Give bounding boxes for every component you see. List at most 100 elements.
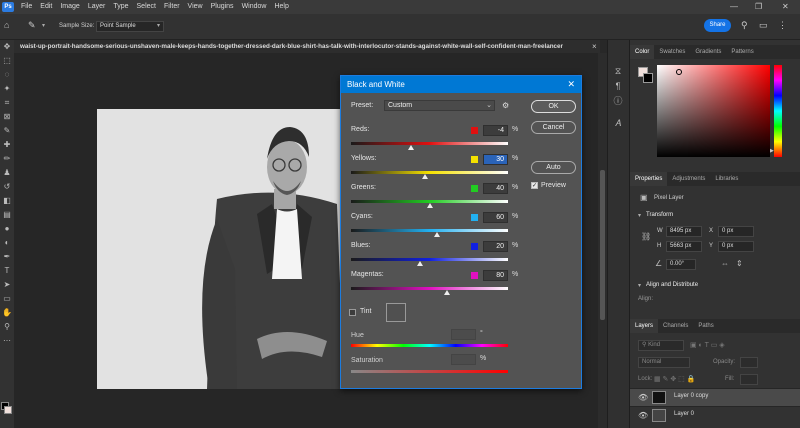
lock-icons[interactable]: ▦ ✎ ✥ ⬚ 🔒 xyxy=(654,375,695,383)
eyedropper-icon[interactable]: ✎ xyxy=(2,126,12,136)
restore-icon[interactable]: ❐ xyxy=(755,0,762,14)
y-field[interactable]: 0 px xyxy=(718,241,754,252)
cancel-button[interactable]: Cancel xyxy=(531,121,576,134)
crop-tool-icon[interactable]: ⌗ xyxy=(2,98,12,108)
slider-value-field[interactable]: 80 xyxy=(483,270,508,281)
slider-value-field[interactable]: 40 xyxy=(483,183,508,194)
menu-layer[interactable]: Layer xyxy=(84,0,110,14)
slider-handle[interactable] xyxy=(427,203,433,208)
marquee-tool-icon[interactable]: ⬚ xyxy=(2,56,12,66)
layer-filter-kind[interactable]: ⚲ Kind xyxy=(638,340,684,351)
slider-track[interactable] xyxy=(351,287,508,290)
slider-track[interactable] xyxy=(351,258,508,261)
dialog-title-bar[interactable]: Black and White xyxy=(341,76,581,93)
menu-image[interactable]: Image xyxy=(56,0,83,14)
slider-handle[interactable] xyxy=(422,174,428,179)
layer-row[interactable]: 👁 Layer 0 xyxy=(630,406,800,424)
x-field[interactable]: 0 px xyxy=(718,226,754,237)
tab-gradients[interactable]: Gradients xyxy=(690,45,726,59)
menu-edit[interactable]: Edit xyxy=(36,0,56,14)
collapse-icon[interactable]: ▾ xyxy=(638,212,641,219)
healing-brush-icon[interactable]: ✚ xyxy=(2,140,12,150)
slider-track[interactable] xyxy=(351,229,508,232)
menu-file[interactable]: File xyxy=(17,0,36,14)
hue-field[interactable] xyxy=(451,329,476,340)
menu-window[interactable]: Window xyxy=(238,0,271,14)
slider-value-field[interactable]: 20 xyxy=(483,241,508,252)
slider-value-field[interactable]: 60 xyxy=(483,212,508,223)
opacity-field[interactable] xyxy=(740,357,758,368)
gradient-tool-icon[interactable]: ▤ xyxy=(2,210,12,220)
ok-button[interactable]: OK xyxy=(531,100,576,113)
hue-slider[interactable] xyxy=(774,65,782,157)
tab-patterns[interactable]: Patterns xyxy=(726,45,758,59)
close-window-icon[interactable]: ✕ xyxy=(782,0,789,14)
slider-handle[interactable] xyxy=(444,290,450,295)
path-select-icon[interactable]: ➤ xyxy=(2,280,12,290)
saturation-field[interactable] xyxy=(451,354,476,365)
menu-help[interactable]: Help xyxy=(270,0,292,14)
blur-tool-icon[interactable]: ● xyxy=(2,224,12,234)
visibility-eye-icon[interactable]: 👁 xyxy=(638,411,648,420)
hand-tool-icon[interactable]: ✋ xyxy=(2,308,12,318)
dodge-tool-icon[interactable]: ◐ xyxy=(2,238,12,248)
glyphs-panel-icon[interactable]: 𝐴 xyxy=(612,117,624,129)
background-color-swatch[interactable] xyxy=(4,406,12,414)
preview-checkbox[interactable]: ✓ xyxy=(531,182,538,189)
slider-value-field[interactable]: 30 xyxy=(483,154,508,165)
tint-color-swatch[interactable] xyxy=(386,303,406,322)
type-tool-icon[interactable]: T xyxy=(2,266,12,276)
chevron-down-icon[interactable]: ▾ xyxy=(42,22,45,29)
tab-color[interactable]: Color xyxy=(630,45,655,59)
tab-channels[interactable]: Channels xyxy=(658,319,693,333)
rectangle-tool-icon[interactable]: ▭ xyxy=(2,294,12,304)
paragraph-panel-icon[interactable]: ¶ xyxy=(612,80,624,92)
close-icon[interactable]: ✕ xyxy=(567,76,575,93)
tab-libraries[interactable]: Libraries xyxy=(710,172,743,186)
fill-field[interactable] xyxy=(740,374,758,385)
more-icon[interactable]: ⋮ xyxy=(778,20,787,31)
share-button[interactable]: Share xyxy=(704,19,731,32)
history-brush-icon[interactable]: ↺ xyxy=(2,182,12,192)
preset-options-gear-icon[interactable]: ⚙ xyxy=(502,101,509,110)
eraser-tool-icon[interactable]: ◧ xyxy=(2,196,12,206)
tab-properties[interactable]: Properties xyxy=(630,172,668,186)
document-tab[interactable]: waist-up-portrait-handsome-serious-unsha… xyxy=(20,40,592,53)
home-icon[interactable]: ⌂ xyxy=(4,20,9,30)
tab-swatches[interactable]: Swatches xyxy=(654,45,690,59)
close-tab-icon[interactable]: × xyxy=(592,42,597,51)
menu-type[interactable]: Type xyxy=(109,0,132,14)
color-field[interactable] xyxy=(657,65,770,157)
eyedropper-tool-icon[interactable]: ✎ xyxy=(28,20,36,31)
brush-tool-icon[interactable]: ✏ xyxy=(2,154,12,164)
quick-select-tool-icon[interactable]: ✦ xyxy=(2,84,12,94)
history-panel-icon[interactable]: ⧖ xyxy=(612,65,624,77)
document-canvas[interactable] xyxy=(97,109,344,389)
tab-layers[interactable]: Layers xyxy=(630,319,659,333)
menu-select[interactable]: Select xyxy=(133,0,160,14)
link-icon[interactable]: ⛓ xyxy=(641,232,651,241)
hue-slider-handle[interactable]: ▶ xyxy=(770,148,774,154)
slider-handle[interactable] xyxy=(408,145,414,150)
saturation-gradient[interactable] xyxy=(351,370,508,373)
minimize-icon[interactable]: — xyxy=(730,0,738,14)
tab-paths[interactable]: Paths xyxy=(693,319,718,333)
background-color-chip[interactable] xyxy=(643,73,653,83)
flip-horizontal-icon[interactable]: ⇔ xyxy=(721,259,729,268)
height-field[interactable]: 5663 px xyxy=(666,241,702,252)
layer-row[interactable]: 👁 Layer 0 copy xyxy=(630,388,800,406)
slider-track[interactable] xyxy=(351,142,508,145)
pen-tool-icon[interactable]: ✒ xyxy=(2,252,12,262)
blend-mode-select[interactable]: Normal xyxy=(638,357,690,368)
auto-button[interactable]: Auto xyxy=(531,161,576,174)
zoom-tool-icon[interactable]: ⚲ xyxy=(2,322,12,332)
more-tools-icon[interactable]: ⋯ xyxy=(2,336,12,346)
scrollbar-thumb[interactable] xyxy=(600,170,605,320)
slider-track[interactable] xyxy=(351,171,508,174)
flip-vertical-icon[interactable]: ⇕ xyxy=(736,259,743,268)
visibility-eye-icon[interactable]: 👁 xyxy=(638,393,648,402)
preset-select[interactable]: Custom ⌄ xyxy=(384,100,495,111)
move-tool-icon[interactable]: ✥ xyxy=(2,42,12,52)
sample-size-select[interactable]: Point Sample ▾ xyxy=(96,21,164,32)
info-panel-icon[interactable]: ⓘ xyxy=(612,95,624,107)
